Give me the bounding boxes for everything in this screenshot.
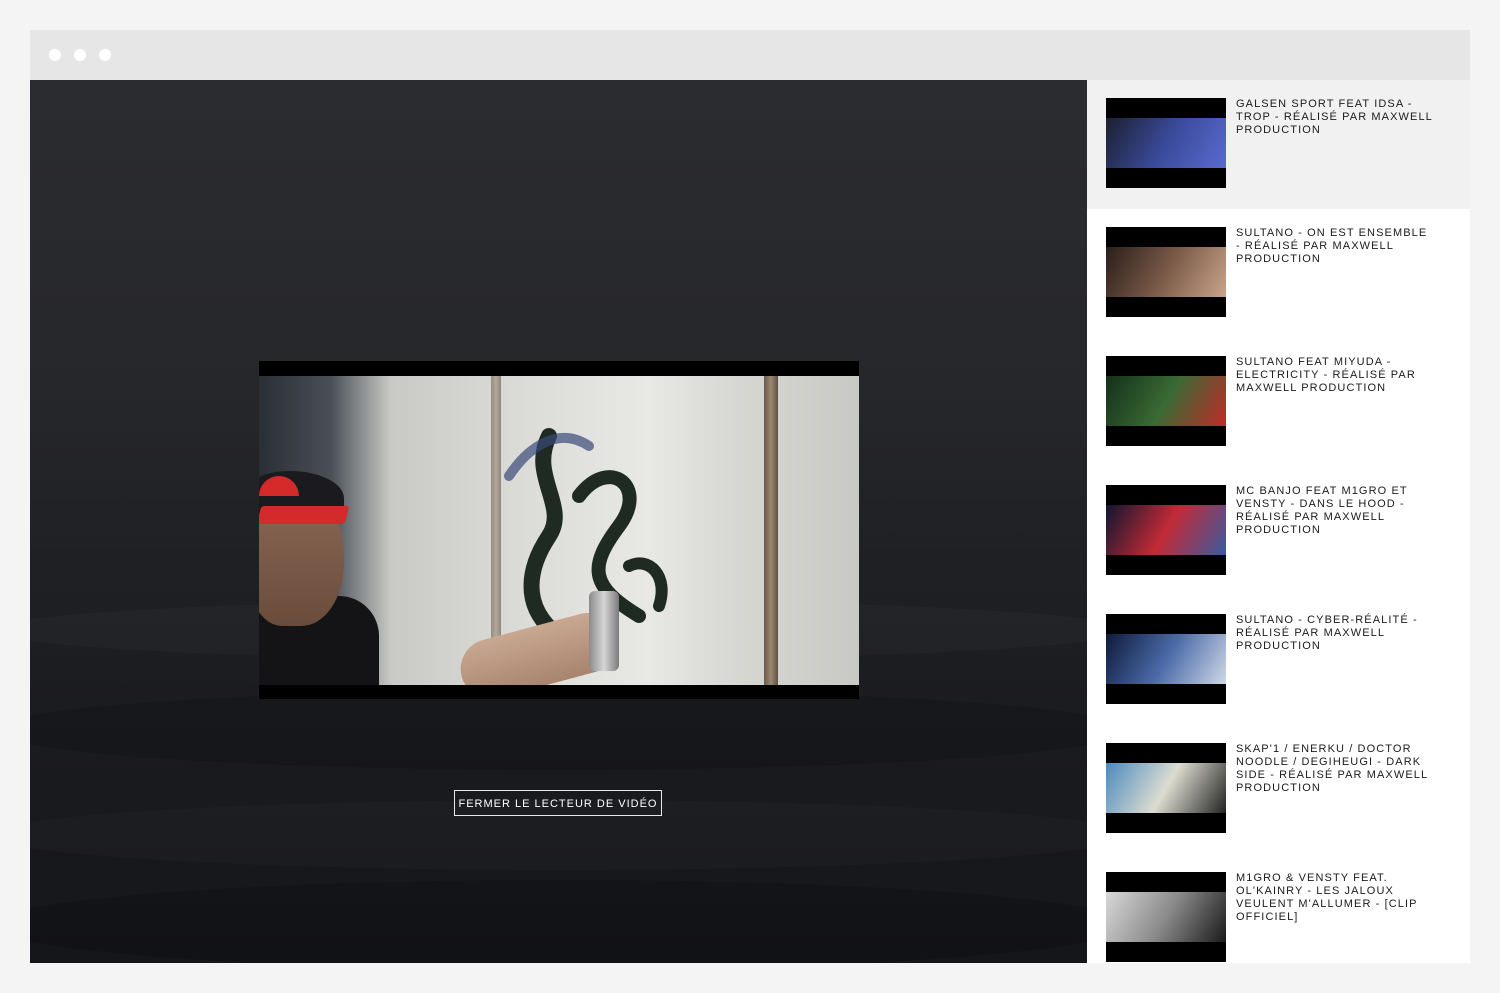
playlist-item[interactable]: SULTANO - CYBER-RÉALITÉ - RÉALISÉ PAR MA… [1087, 596, 1470, 725]
video-thumbnail[interactable] [1106, 98, 1226, 188]
close-video-player-button[interactable]: FERMER LE LECTEUR DE VIDÉO [454, 790, 662, 816]
playlist-item[interactable]: MC BANJO FEAT M1GRO ET VENSTY - DANS LE … [1087, 467, 1470, 596]
video-thumbnail-image [1106, 505, 1226, 555]
playlist-item[interactable]: SULTANO - ON EST ENSEMBLE - RÉALISÉ PAR … [1087, 209, 1470, 338]
video-player[interactable] [259, 361, 859, 699]
playlist-item[interactable]: M1GRO & VENSTY FEAT. OL'KAINRY - LES JAL… [1087, 854, 1470, 963]
window-dot-icon [74, 49, 86, 61]
video-thumbnail-image [1106, 118, 1226, 168]
video-thumbnail[interactable] [1106, 356, 1226, 446]
video-thumbnail[interactable] [1106, 227, 1226, 317]
window-dot-icon [99, 49, 111, 61]
window-titlebar [30, 30, 1470, 80]
video-stage: FERMER LE LECTEUR DE VIDÉO [30, 80, 1087, 963]
video-title-link[interactable]: SKAP'1 / ENERKU / DOCTOR NOODLE / DEGIHE… [1236, 743, 1436, 795]
video-thumbnail-image [1106, 763, 1226, 813]
window-dot-icon [49, 49, 61, 61]
video-title-link[interactable]: GALSEN SPORT FEAT IDSA - TROP - RÉALISÉ … [1236, 98, 1436, 137]
video-thumbnail[interactable] [1106, 743, 1226, 833]
playlist-item[interactable]: GALSEN SPORT FEAT IDSA - TROP - RÉALISÉ … [1087, 80, 1470, 209]
playlist-item[interactable]: SKAP'1 / ENERKU / DOCTOR NOODLE / DEGIHE… [1087, 725, 1470, 854]
video-thumbnail-image [1106, 634, 1226, 684]
background-wave [30, 880, 1087, 963]
video-thumbnail[interactable] [1106, 614, 1226, 704]
video-thumbnail-image [1106, 376, 1226, 426]
video-thumbnail-image [1106, 892, 1226, 942]
video-thumbnail-image [1106, 247, 1226, 297]
video-playlist: GALSEN SPORT FEAT IDSA - TROP - RÉALISÉ … [1087, 80, 1470, 963]
video-title-link[interactable]: SULTANO - ON EST ENSEMBLE - RÉALISÉ PAR … [1236, 227, 1436, 266]
video-title-link[interactable]: M1GRO & VENSTY FEAT. OL'KAINRY - LES JAL… [1236, 872, 1436, 924]
video-scene-pillar [764, 376, 778, 685]
background-wave [30, 690, 1087, 770]
video-frame[interactable] [259, 376, 859, 685]
video-title-link[interactable]: SULTANO FEAT MIYUDA - ELECTRICITY - RÉAL… [1236, 356, 1436, 395]
video-title-link[interactable]: MC BANJO FEAT M1GRO ET VENSTY - DANS LE … [1236, 485, 1436, 537]
video-scene-cap-brim [259, 506, 350, 524]
video-thumbnail[interactable] [1106, 485, 1226, 575]
video-title-link[interactable]: SULTANO - CYBER-RÉALITÉ - RÉALISÉ PAR MA… [1236, 614, 1436, 653]
video-thumbnail[interactable] [1106, 872, 1226, 962]
browser-window: FERMER LE LECTEUR DE VIDÉO GALSEN SPORT … [30, 30, 1470, 963]
spray-can-image [589, 591, 619, 671]
playlist-item[interactable]: SULTANO FEAT MIYUDA - ELECTRICITY - RÉAL… [1087, 338, 1470, 467]
